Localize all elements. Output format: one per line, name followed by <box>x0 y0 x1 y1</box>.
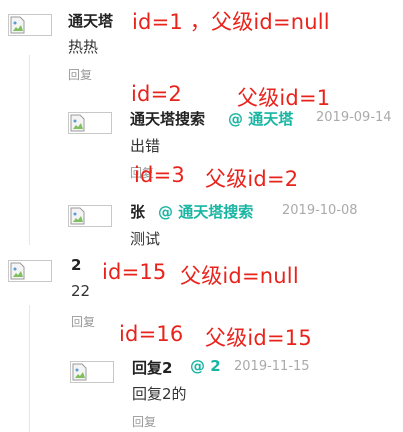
annotation-label: id=15 <box>102 260 167 284</box>
avatar <box>8 260 52 282</box>
reply-link[interactable]: 回复 <box>132 413 156 430</box>
avatar <box>68 205 112 227</box>
annotation-label: id=1 ，父级id=null <box>132 10 330 34</box>
comment-author: 通天塔搜索 <box>130 110 206 128</box>
thread-line <box>29 55 30 245</box>
comment-content: 回复2的 <box>132 385 187 403</box>
annotation-label: id=2 <box>131 82 182 106</box>
thread-line <box>29 305 30 432</box>
comment-date: 2019-10-08 <box>282 203 358 218</box>
reply-link[interactable]: 回复 <box>71 313 95 330</box>
mention-link[interactable]: @ 2 <box>190 357 221 375</box>
comment-content: 测试 <box>130 230 161 248</box>
avatar <box>8 14 52 36</box>
reply-link[interactable]: 回复 <box>68 66 92 83</box>
comment-content: 出错 <box>130 137 161 155</box>
annotation-label: 父级id=2 <box>205 167 299 191</box>
comment-author: 张 <box>130 203 146 221</box>
comment-author: 2 <box>71 256 82 274</box>
broken-image-icon <box>10 262 25 280</box>
comment-date: 2019-11-15 <box>234 359 310 374</box>
comment-date: 2019-09-14 <box>316 110 392 125</box>
broken-image-icon <box>10 16 25 34</box>
broken-image-icon <box>72 363 87 381</box>
annotation-label: 父级id=null <box>180 264 299 288</box>
annotation-label: 父级id=15 <box>205 326 312 350</box>
annotation-label: 父级id=1 <box>237 86 331 110</box>
avatar <box>70 361 114 383</box>
annotation-label: id=3 <box>134 163 185 187</box>
avatar <box>68 112 112 134</box>
broken-image-icon <box>70 207 85 225</box>
mention-link[interactable]: @ 通天塔搜索 <box>158 201 253 222</box>
comment-author: 通天塔 <box>68 12 114 30</box>
comment-content: 22 <box>71 282 91 300</box>
broken-image-icon <box>70 114 85 132</box>
comment-content: 热热 <box>68 38 99 56</box>
comment-author: 回复2 <box>132 359 173 377</box>
annotation-label: id=16 <box>119 322 184 346</box>
